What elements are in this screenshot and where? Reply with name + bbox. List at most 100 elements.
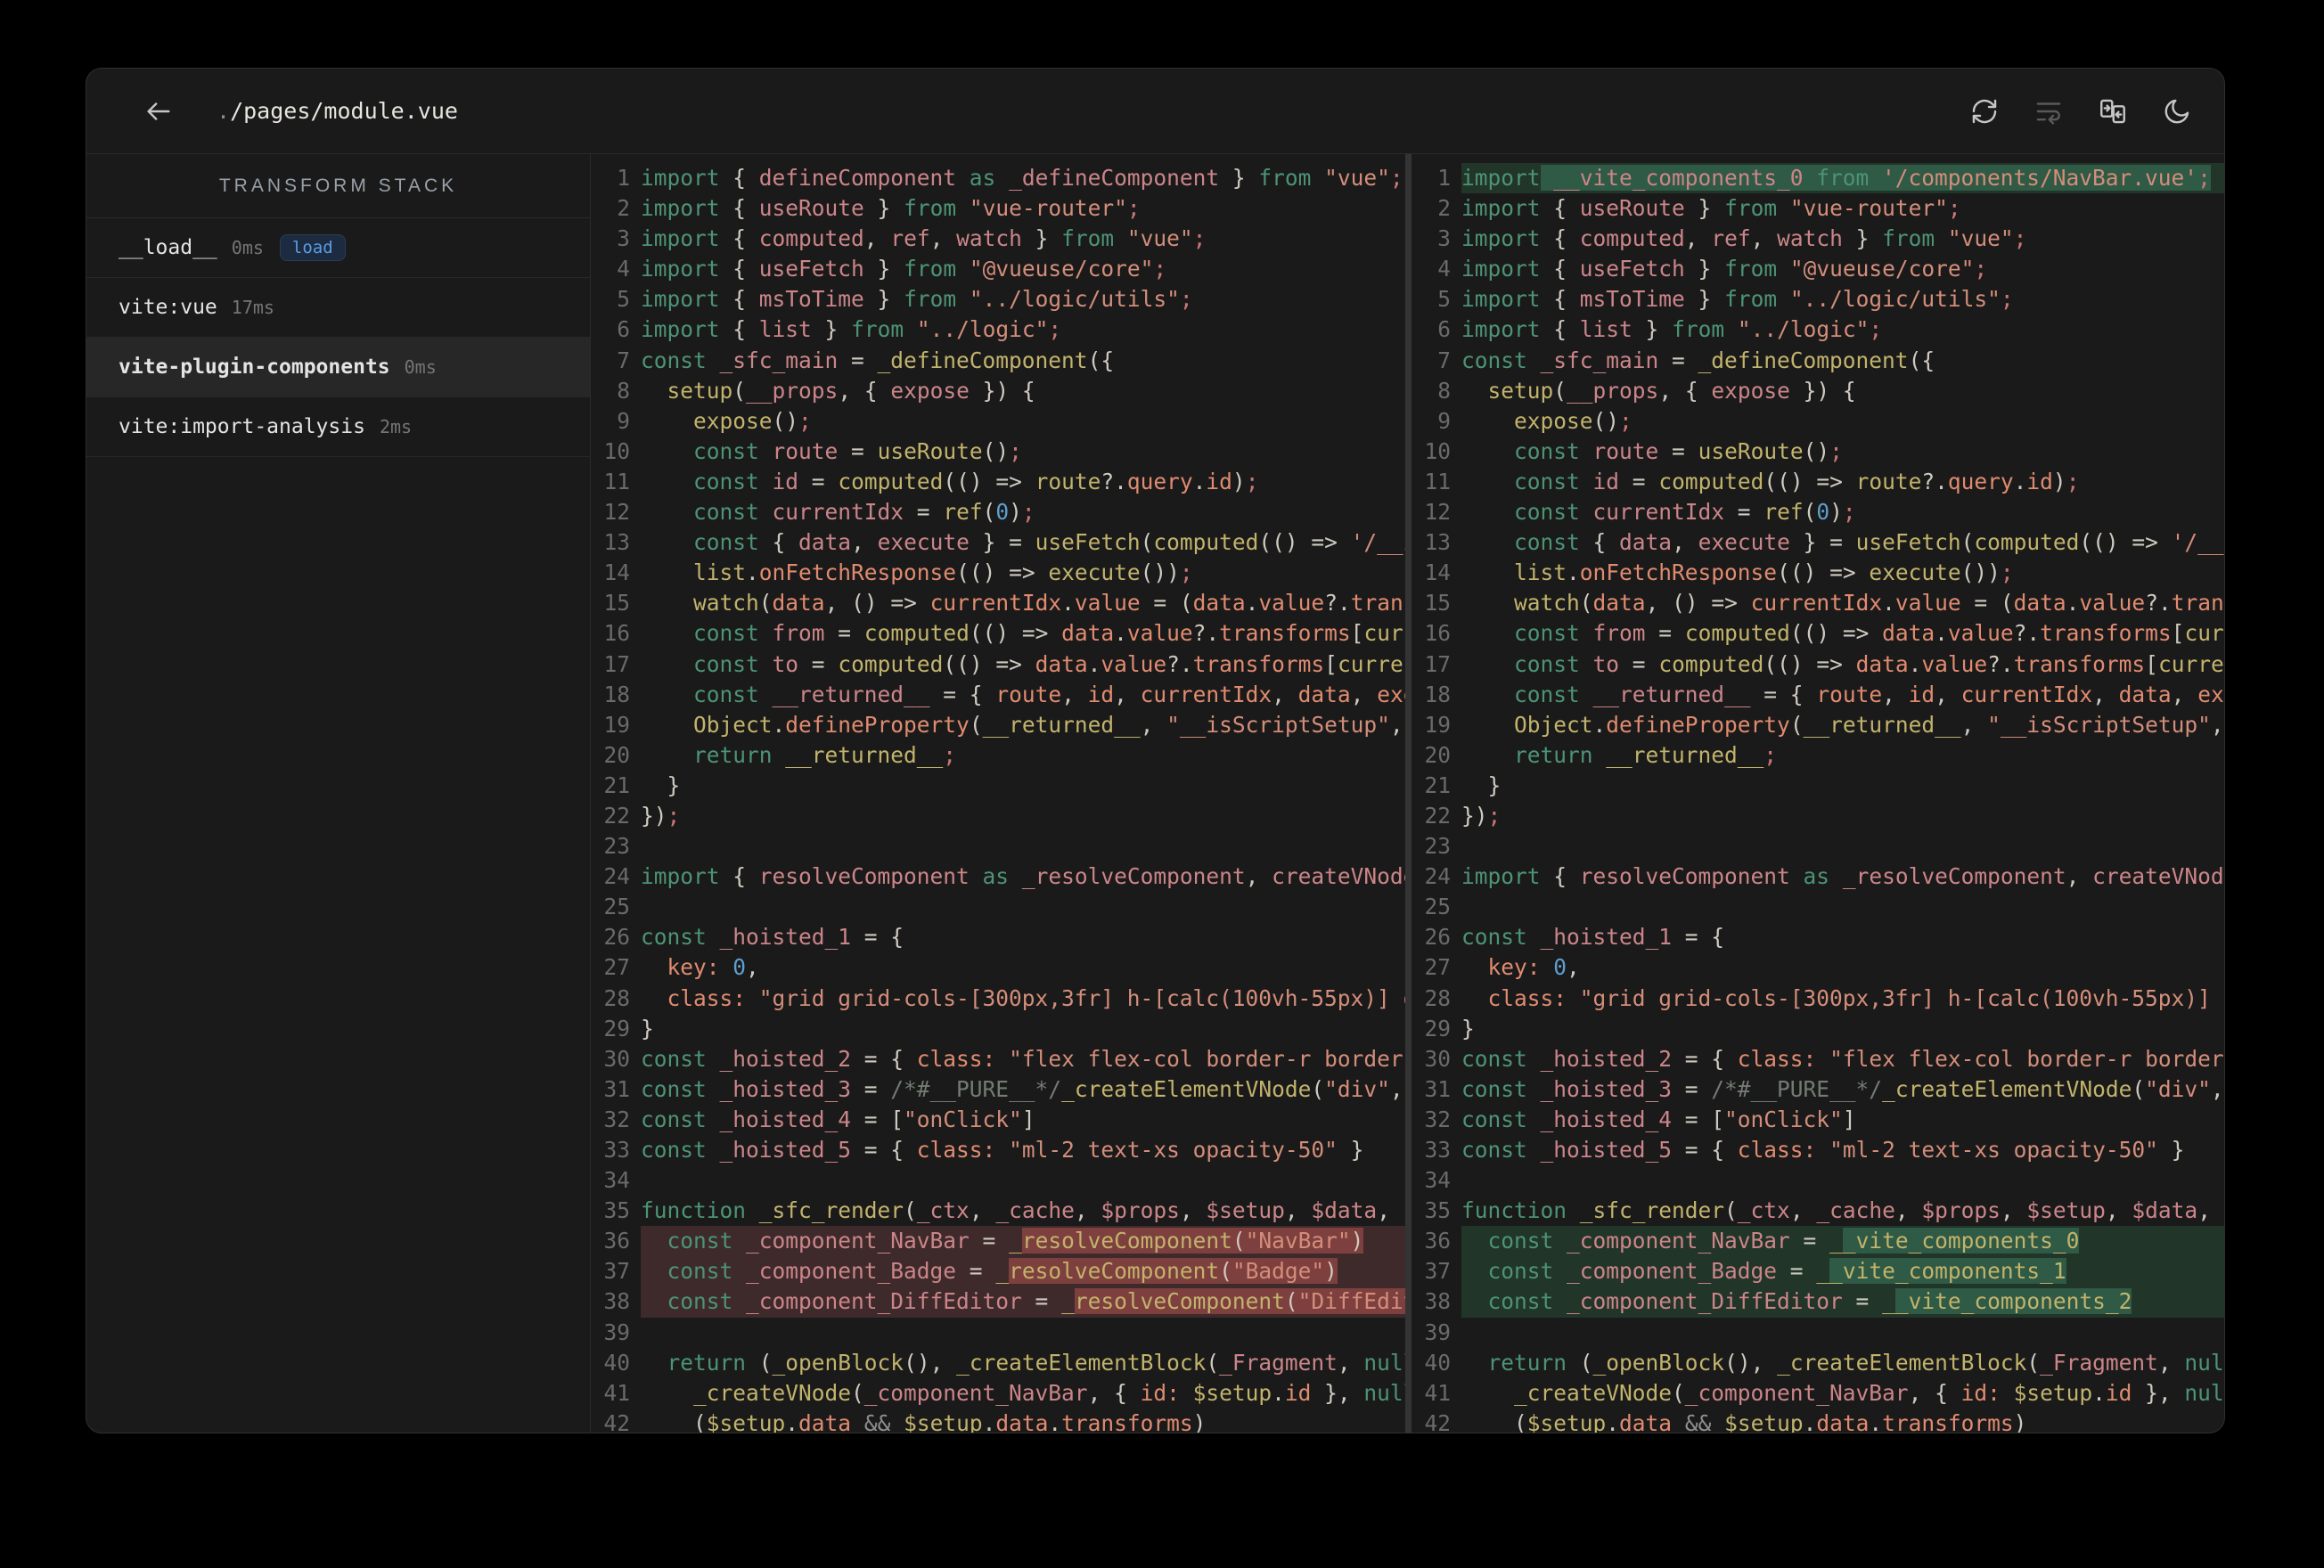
line-number: 23 (1424, 833, 1451, 860)
code-line: 2 import { useRoute } from "vue-router"; (591, 193, 1405, 224)
code-text: watch(data, () => currentIdx.value = (da… (1514, 590, 2224, 617)
code-text: const _hoisted_2 = { class: "flex flex-c… (1461, 1045, 2224, 1072)
theme-toggle-button[interactable] (2160, 94, 2194, 128)
code-line: 14 list.onFetchResponse(() => execute())… (591, 558, 1405, 588)
code-text: const route = useRoute(); (693, 437, 1022, 464)
code-text: return __returned__; (693, 741, 957, 768)
line-number: 19 (603, 711, 630, 738)
code-text: const currentIdx = ref(0); (693, 499, 1035, 526)
line-number: 13 (1424, 529, 1451, 556)
line-number: 5 (617, 286, 630, 313)
plugin-time: 0ms (404, 356, 437, 378)
line-number: 6 (1437, 316, 1451, 343)
line-number: 4 (617, 256, 630, 282)
code-line: 34 (1412, 1165, 2224, 1196)
code-line: 37 const _component_Badge = __vite_compo… (1412, 1256, 2224, 1287)
code-line: 23 (1412, 831, 2224, 862)
back-button[interactable] (142, 94, 176, 128)
code-text: const _hoisted_1 = { (641, 924, 904, 951)
transform-stack-item-vite-import-analysis[interactable]: vite:import-analysis 2ms (86, 397, 590, 457)
code-line: 30 const _hoisted_2 = { class: "flex flex… (1412, 1044, 2224, 1074)
refresh-button[interactable] (1968, 94, 2001, 128)
code-text: const from = computed(() => data.value?.… (693, 620, 1405, 647)
line-number: 34 (1424, 1167, 1451, 1194)
transform-stack-item-vite-plugin-components[interactable]: vite-plugin-components 0ms (86, 338, 590, 397)
code-line: 28 class: "grid grid-cols-[300px,3fr] h-… (591, 984, 1405, 1014)
code-line: 4 import { useFetch } from "@vueuse/core"… (1412, 254, 2224, 284)
code-text: const _hoisted_5 = { class: "ml-2 text-x… (1461, 1137, 2185, 1163)
back-arrow-icon (147, 102, 170, 120)
diff-pane-right[interactable]: 1 import __vite_components_0 from '/compo… (1412, 154, 2224, 1433)
code-line: 8 setup(__props, { expose }) { (1412, 376, 2224, 406)
code-text: const _hoisted_2 = { class: "flex flex-c… (641, 1045, 1405, 1072)
code-text: const __returned__ = { route, id, curren… (693, 681, 1405, 707)
line-number: 19 (1424, 711, 1451, 738)
plugin-name: __load__ (119, 236, 217, 259)
code-line: 4 import { useFetch } from "@vueuse/core"… (591, 254, 1405, 284)
diff-pane-left[interactable]: 1 import { defineComponent as _defineComp… (591, 154, 1405, 1433)
compare-panels-button[interactable] (2096, 94, 2130, 128)
code-text: const to = computed(() => data.value?.tr… (1514, 650, 2224, 677)
line-number: 16 (1424, 620, 1451, 647)
code-text: import { resolveComponent as _resolveCom… (1461, 863, 2224, 890)
code-text: const _hoisted_5 = { class: "ml-2 text-x… (641, 1137, 1364, 1163)
code-text: const __returned__ = { route, id, curren… (1514, 681, 2224, 707)
line-number: 5 (1437, 286, 1451, 313)
plugin-name: vite:vue (119, 296, 217, 319)
line-wrap-button[interactable] (2032, 94, 2066, 128)
plugin-time: 17ms (231, 297, 274, 318)
line-number: 36 (1424, 1228, 1451, 1254)
main-content: TRANSFORM STACK __load__ 0ms load vite:vue 1… (86, 154, 2224, 1433)
line-number: 25 (603, 894, 630, 920)
code-text: import { resolveComponent as _resolveCom… (641, 863, 1405, 890)
line-number: 28 (1424, 984, 1451, 1011)
line-number: 38 (603, 1288, 630, 1315)
line-number: 29 (1424, 1015, 1451, 1041)
code-line: 7 const _sfc_main = _defineComponent({ (591, 346, 1405, 376)
code-text: import { computed, ref, watch } from "vu… (641, 225, 1207, 252)
code-line: 18 const __returned__ = { route, id, cur… (591, 680, 1405, 710)
code-text: } (641, 1015, 654, 1041)
code-text: import { defineComponent as _defineCompo… (641, 165, 1403, 191)
line-number: 1 (1437, 165, 1451, 191)
code-text: expose(); (693, 407, 812, 434)
line-number: 34 (603, 1167, 630, 1194)
code-text: import { msToTime } from "../logic/utils… (641, 286, 1193, 313)
line-number: 30 (1424, 1045, 1451, 1072)
code-line: 38 const _component_DiffEditor = __vite_… (1412, 1286, 2224, 1318)
line-number: 26 (603, 924, 630, 951)
line-number: 37 (603, 1258, 630, 1285)
code-line: 14 list.onFetchResponse(() => execute())… (1412, 558, 2224, 588)
code-line: 11 const id = computed(() => route?.quer… (591, 467, 1405, 497)
code-line: 20 return __returned__; (591, 740, 1405, 771)
code-text: const _sfc_main = _defineComponent({ (641, 347, 1115, 373)
line-number: 41 (1424, 1379, 1451, 1406)
topbar-actions (1968, 94, 2194, 128)
code-text: function _sfc_render(_ctx, _cache, $prop… (641, 1197, 1405, 1224)
code-line: 1 import __vite_components_0 from '/compo… (1412, 163, 2224, 194)
file-path: ./pages/module.vue (217, 98, 458, 124)
diff-panes: 1 import { defineComponent as _defineComp… (591, 154, 2224, 1433)
code-line: 33 const _hoisted_5 = { class: "ml-2 text… (591, 1135, 1405, 1165)
code-text: const from = computed(() => data.value?.… (1514, 620, 2224, 647)
code-text: } (641, 772, 681, 798)
code-line: 8 setup(__props, { expose }) { (591, 376, 1405, 406)
line-number: 33 (1424, 1137, 1451, 1163)
code-line: 10 const route = useRoute(); (591, 437, 1405, 467)
line-number: 8 (617, 377, 630, 404)
transform-stack-item--load-[interactable]: __load__ 0ms load (86, 218, 590, 278)
code-line: 9 expose(); (591, 406, 1405, 437)
pane-divider[interactable] (1405, 154, 1412, 1433)
code-line: 36 const _component_NavBar = _resolveCom… (591, 1226, 1405, 1257)
code-text: function _sfc_render(_ctx, _cache, $prop… (1461, 1197, 2224, 1224)
code-line: 33 const _hoisted_5 = { class: "ml-2 text… (1412, 1135, 2224, 1165)
code-line: 19 Object.defineProperty(__returned__, "… (591, 710, 1405, 740)
code-text: list.onFetchResponse(() => execute()); (693, 559, 1193, 586)
line-number: 21 (1424, 772, 1451, 798)
line-number: 35 (603, 1197, 630, 1224)
transform-stack-item-vite-vue[interactable]: vite:vue 17ms (86, 278, 590, 338)
code-text: import { msToTime } from "../logic/utils… (1461, 286, 2014, 313)
code-text: _createVNode(_component_NavBar, { id: $s… (1514, 1379, 2224, 1406)
